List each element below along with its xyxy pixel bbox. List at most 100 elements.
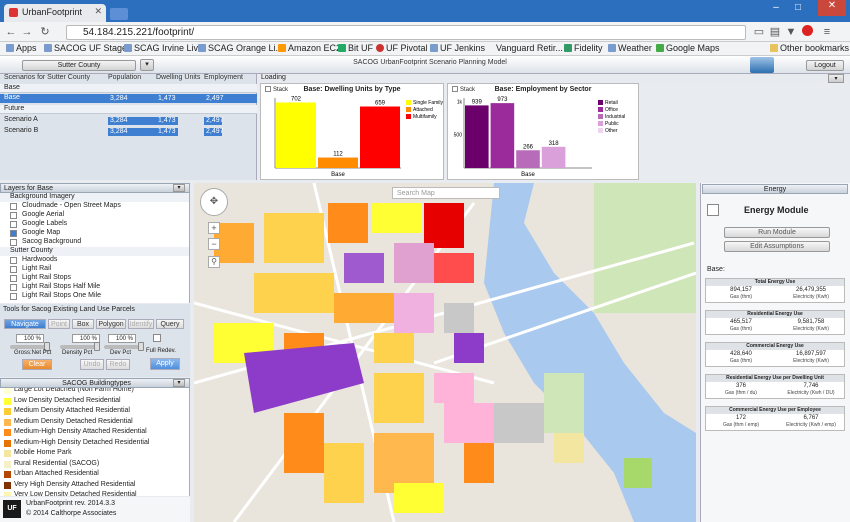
bookmark-weather[interactable]: Weather: [608, 43, 652, 55]
density-slider[interactable]: [60, 342, 100, 351]
buildingtype-item[interactable]: Medium-High Density Attached Residential: [0, 427, 189, 438]
buildingtype-item[interactable]: Very High Density Attached Residential: [0, 480, 189, 491]
bar-retail[interactable]: [465, 105, 489, 168]
browser-tab[interactable]: UrbanFootprint ✕: [4, 4, 106, 22]
gross-net-pct-field[interactable]: 100 %: [16, 334, 44, 343]
bookmark-scag-irvine[interactable]: SCAG Irvine Live: [124, 43, 203, 55]
bar-attached[interactable]: [318, 157, 358, 168]
buildingtype-item[interactable]: Large Lot Detached (Non Farm Home): [0, 388, 189, 396]
bar-office[interactable]: [490, 103, 515, 168]
other-bookmarks[interactable]: Other bookmarks: [770, 43, 849, 55]
maximize-icon[interactable]: □: [790, 2, 806, 16]
layer-checkbox[interactable]: [10, 257, 17, 264]
bookmark-uf-pivotal[interactable]: UF Pivotal: [376, 43, 428, 55]
county-selector[interactable]: Sutter County: [22, 60, 136, 71]
polygon-button[interactable]: Polygon: [96, 319, 126, 329]
chevron-down-icon[interactable]: ▾: [140, 59, 154, 71]
layer-item[interactable]: Hardwoods: [0, 256, 189, 265]
layer-checkbox[interactable]: [10, 275, 17, 282]
scenario-row-b[interactable]: Scenario B 3,284 1,473 2,497: [0, 127, 257, 136]
map-canvas[interactable]: [194, 183, 696, 522]
layer-checkbox[interactable]: [10, 293, 17, 300]
layer-item[interactable]: Google Aerial: [0, 211, 189, 220]
scenario-row-a[interactable]: Scenario A 3,284 1,473 2,497: [0, 116, 257, 125]
dev-slider[interactable]: [104, 342, 144, 351]
identify-button[interactable]: Identify: [128, 319, 154, 329]
buildingtype-item[interactable]: Urban Attached Residential: [0, 469, 189, 480]
scenario-row-base[interactable]: Base 3,284 1,473 2,497: [0, 94, 257, 103]
shield-icon[interactable]: ▼: [784, 25, 798, 39]
bookmark-scag-orange[interactable]: SCAG Orange Li...: [198, 43, 283, 55]
back-icon[interactable]: ←: [4, 25, 18, 39]
layer-checkbox[interactable]: [10, 239, 17, 246]
layer-item[interactable]: Light Rail Stops: [0, 274, 189, 283]
minimize-icon[interactable]: –: [768, 2, 784, 16]
map-parcels[interactable]: [194, 183, 696, 522]
layer-checkbox[interactable]: [10, 230, 17, 237]
buildingtype-item[interactable]: Very Low Density Detached Residential: [0, 490, 189, 496]
new-tab-button[interactable]: [110, 8, 128, 20]
layer-item[interactable]: Google Map: [0, 229, 189, 238]
buildingtype-item[interactable]: Rural Residential (SACOG): [0, 459, 189, 470]
bookmark-vanguard[interactable]: Vanguard Retir...: [496, 43, 563, 55]
bookmark-sacog-uf-stage[interactable]: SACOG UF Stage: [44, 43, 127, 55]
redo-button[interactable]: Redo: [106, 359, 130, 370]
layer-item[interactable]: Cloudmade - Open Street Maps: [0, 202, 189, 211]
buildingtype-item[interactable]: Medium Density Attached Residential: [0, 406, 189, 417]
layer-checkbox[interactable]: [10, 221, 17, 228]
col-dwelling-units[interactable]: Dwelling Units: [156, 74, 200, 83]
window-close-icon[interactable]: ✕: [818, 0, 846, 16]
point-button[interactable]: Point: [48, 319, 70, 329]
full-redev-checkbox[interactable]: [153, 334, 161, 342]
logout-button[interactable]: Logout: [806, 60, 844, 71]
box-button[interactable]: Box: [72, 319, 94, 329]
layer-item[interactable]: Sacog Background: [0, 238, 189, 247]
query-button[interactable]: Query: [156, 319, 184, 329]
slider-knob[interactable]: [94, 342, 100, 351]
navigate-button[interactable]: Navigate: [4, 319, 46, 329]
dev-pct-field[interactable]: 100 %: [108, 334, 136, 343]
pan-control-icon[interactable]: ✥: [200, 188, 228, 216]
layer-item[interactable]: Google Labels: [0, 220, 189, 229]
bookmark-fidelity[interactable]: Fidelity: [564, 43, 603, 55]
reload-icon[interactable]: ↻: [38, 25, 52, 39]
layer-checkbox[interactable]: [10, 266, 17, 273]
bar-public[interactable]: [541, 146, 566, 168]
layer-item[interactable]: Light Rail: [0, 265, 189, 274]
edit-assumptions-button[interactable]: Edit Assumptions: [724, 241, 830, 252]
zoom-out-icon[interactable]: −: [208, 238, 220, 250]
menu-icon[interactable]: ≡: [820, 25, 834, 39]
tab-close-icon[interactable]: ✕: [94, 6, 102, 17]
slider-knob[interactable]: [138, 342, 144, 351]
col-employment[interactable]: Employment: [204, 74, 243, 83]
bar-industrial[interactable]: [516, 150, 540, 168]
clear-button[interactable]: Clear: [22, 359, 52, 370]
extension-icon[interactable]: ▤: [768, 25, 782, 39]
adblock-icon[interactable]: [800, 25, 814, 39]
layer-item[interactable]: Light Rail Stops Half Mile: [0, 283, 189, 292]
bookmark-uf-jenkins[interactable]: UF Jenkins: [430, 43, 485, 55]
magnify-icon[interactable]: ⚲: [208, 256, 220, 268]
col-population[interactable]: Population: [108, 74, 141, 83]
layer-item[interactable]: Light Rail Stops One Mile: [0, 292, 189, 301]
layer-checkbox[interactable]: [10, 284, 17, 291]
run-module-button[interactable]: Run Module: [724, 227, 830, 238]
buildingtype-item[interactable]: Low Density Detached Residential: [0, 396, 189, 407]
address-bar[interactable]: 54.184.215.221/footprint/: [66, 25, 746, 40]
bar-single-family[interactable]: [276, 102, 316, 168]
cast-icon[interactable]: ▭: [752, 25, 766, 39]
chart-panel-collapse-icon[interactable]: ▾: [828, 74, 844, 83]
bookmark-bit-uf[interactable]: Bit UF: [338, 43, 373, 55]
buildingtype-item[interactable]: Mobile Home Park: [0, 448, 189, 459]
gross-net-slider[interactable]: [10, 342, 50, 351]
forward-icon[interactable]: →: [20, 25, 34, 39]
buildingtypes-collapse-icon[interactable]: ▾: [173, 379, 185, 387]
zoom-in-icon[interactable]: +: [208, 222, 220, 234]
energy-tab[interactable]: Energy: [702, 184, 848, 194]
energy-module-checkbox[interactable]: [707, 204, 719, 216]
apply-button[interactable]: Apply: [150, 358, 180, 370]
bookmark-google-maps[interactable]: Google Maps: [656, 43, 720, 55]
bookmark-apps[interactable]: Apps: [6, 43, 37, 55]
layer-checkbox[interactable]: [10, 203, 17, 210]
undo-button[interactable]: Undo: [80, 359, 104, 370]
